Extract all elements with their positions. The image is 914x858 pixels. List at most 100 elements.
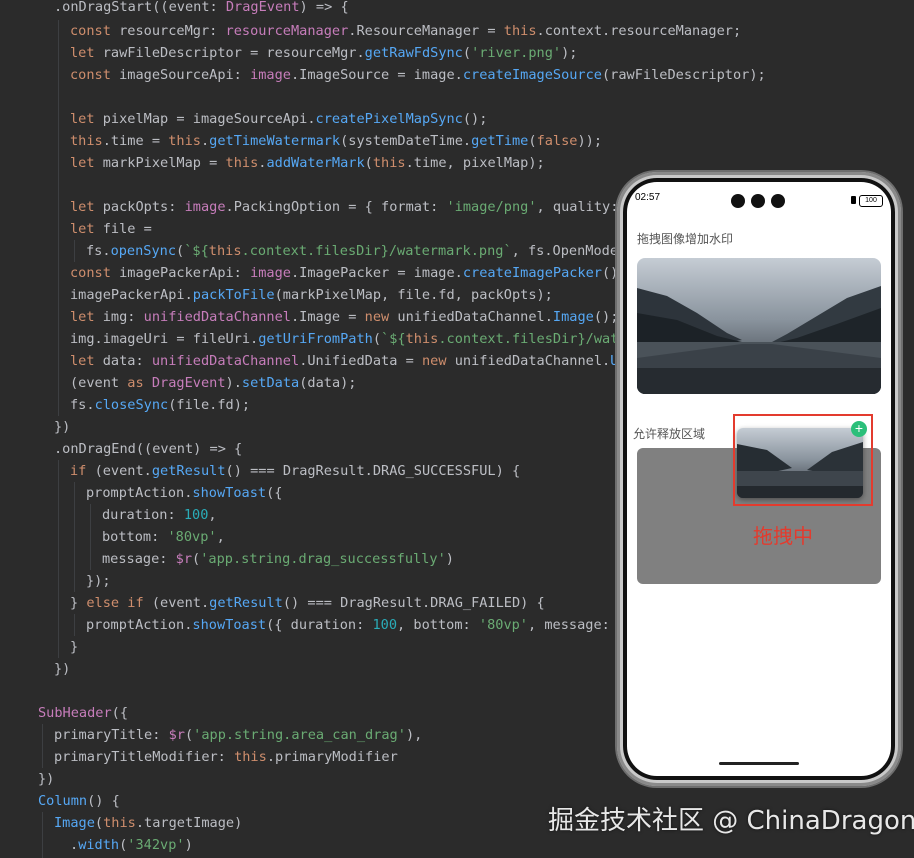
code-token: ( xyxy=(364,155,373,171)
code-token: this xyxy=(372,155,406,171)
code-token: , xyxy=(208,507,217,523)
code-token: getResult xyxy=(209,595,283,611)
code-token: pixelMap = imageSourceApi. xyxy=(102,111,316,127)
code-token: let xyxy=(70,221,103,237)
code-token: .time = xyxy=(102,133,169,149)
code-token: }) xyxy=(54,419,71,435)
code-line: const imageSourceApi: image.ImageSource … xyxy=(70,64,766,86)
code-line: let pixelMap = imageSourceApi.createPixe… xyxy=(70,108,487,130)
code-line: bottom: '80vp', xyxy=(102,526,225,548)
code-token: Image xyxy=(552,309,594,325)
code-token: } xyxy=(70,639,79,655)
code-token: `${ xyxy=(184,243,209,259)
code-token: ({ duration: xyxy=(266,617,373,633)
code-token: SubHeader xyxy=(38,705,112,721)
code-token: (); xyxy=(593,309,619,325)
code-token: rawFileDescriptor = resourceMgr. xyxy=(102,45,365,61)
phone-screen: 02:57 100 拖拽图像增加水印 允许释放区域 + 拖拽中 xyxy=(623,178,895,780)
code-token: setData xyxy=(241,375,300,391)
code-token: let xyxy=(70,155,103,171)
code-line: duration: 100, xyxy=(102,504,217,526)
home-indicator[interactable] xyxy=(719,762,799,765)
indent-guide xyxy=(74,240,75,262)
code-token: img.imageUri = fileUri. xyxy=(70,331,259,347)
indent-guide xyxy=(90,504,91,570)
code-token: ( xyxy=(462,45,472,61)
code-token: new xyxy=(421,353,455,369)
code-token: . xyxy=(200,133,210,149)
code-token: resourceManager xyxy=(225,23,349,39)
code-token: }); xyxy=(86,573,111,589)
code-token: ({ xyxy=(266,485,283,501)
code-token: `${ xyxy=(381,331,406,347)
code-token: () === DragResult.DRAG_SUCCESSFUL) { xyxy=(225,463,521,479)
code-line: let file = xyxy=(70,218,152,240)
code-token: showToast xyxy=(192,617,267,633)
code-token: 'app.string.area_can_drag' xyxy=(193,727,406,743)
code-line: } else if (event.getResult() === DragRes… xyxy=(70,592,545,614)
code-token: unifiedDataChannel xyxy=(151,353,300,369)
code-token: width xyxy=(78,837,120,853)
code-token: promptAction. xyxy=(86,617,193,633)
code-token: this xyxy=(208,243,242,259)
code-token: '342vp' xyxy=(127,837,185,853)
code-token: ); xyxy=(561,45,578,61)
code-token: , xyxy=(216,529,225,545)
phone-preview: 02:57 100 拖拽图像增加水印 允许释放区域 + 拖拽中 xyxy=(617,172,901,786)
battery-level: 100 xyxy=(865,197,877,204)
code-line: }) xyxy=(54,416,70,438)
section-title-drop-area: 允许释放区域 xyxy=(633,427,706,441)
code-token: () { xyxy=(87,793,120,809)
code-token: . xyxy=(70,837,79,853)
code-token: fs. xyxy=(70,397,95,413)
code-line: let img: unifiedDataChannel.Image = new … xyxy=(70,306,618,328)
code-token: unifiedDataChannel. xyxy=(454,353,611,369)
code-token: .PackingOption = { format: xyxy=(225,199,447,215)
code-token: .onDragStart(( xyxy=(54,0,169,15)
front-camera-icon xyxy=(771,194,785,208)
code-token: let xyxy=(70,111,103,127)
code-line: Image(this.targetImage) xyxy=(54,812,242,834)
code-token: ), xyxy=(405,727,423,743)
front-camera-icon xyxy=(731,194,745,208)
code-line: } xyxy=(70,636,78,658)
code-line: .onDragEnd((event) => { xyxy=(54,438,242,460)
code-token: ) xyxy=(184,837,193,853)
code-token: fs. xyxy=(86,243,111,259)
dragging-status-text: 拖拽中 xyxy=(753,524,813,548)
code-token: const xyxy=(70,67,120,83)
code-token: ) => { xyxy=(299,0,349,15)
code-token: const xyxy=(70,265,120,281)
code-token: file = xyxy=(102,221,152,237)
code-token: const xyxy=(70,23,120,39)
code-token: markPixelMap = xyxy=(102,155,226,171)
code-token: (markPixelMap, file.fd, packOpts); xyxy=(274,287,553,303)
code-token: .targetImage) xyxy=(135,815,243,831)
code-token: .UnifiedData = xyxy=(299,353,422,369)
code-token: getRawFdSync xyxy=(364,45,463,61)
code-token: packToFile xyxy=(192,287,275,303)
code-token: createPixelMapSync xyxy=(315,111,463,127)
code-token: ) xyxy=(445,551,454,567)
code-token: else if xyxy=(86,595,152,611)
code-line: }) xyxy=(54,658,70,680)
code-token: message: xyxy=(102,551,176,567)
code-token: }) xyxy=(54,661,71,677)
code-token: primaryTitle: xyxy=(54,727,169,743)
source-image[interactable] xyxy=(637,258,881,394)
code-token: getTime xyxy=(471,133,529,149)
code-line: let markPixelMap = this.addWaterMark(thi… xyxy=(70,152,545,174)
code-token: this xyxy=(103,815,136,831)
code-token: getUriFromPath xyxy=(258,331,373,347)
code-token: this xyxy=(234,749,267,765)
code-token: (rawFileDescriptor); xyxy=(602,67,766,83)
code-token: ( xyxy=(192,551,201,567)
code-token: (event. xyxy=(94,463,152,479)
code-line: (event as DragEvent).setData(data); xyxy=(70,372,357,394)
code-token: image xyxy=(250,265,291,281)
code-token: let xyxy=(70,353,103,369)
code-token: ( xyxy=(94,815,104,831)
code-token: (); xyxy=(462,111,488,127)
code-line: if (event.getResult() === DragResult.DRA… xyxy=(70,460,520,482)
indent-guide xyxy=(74,614,75,636)
